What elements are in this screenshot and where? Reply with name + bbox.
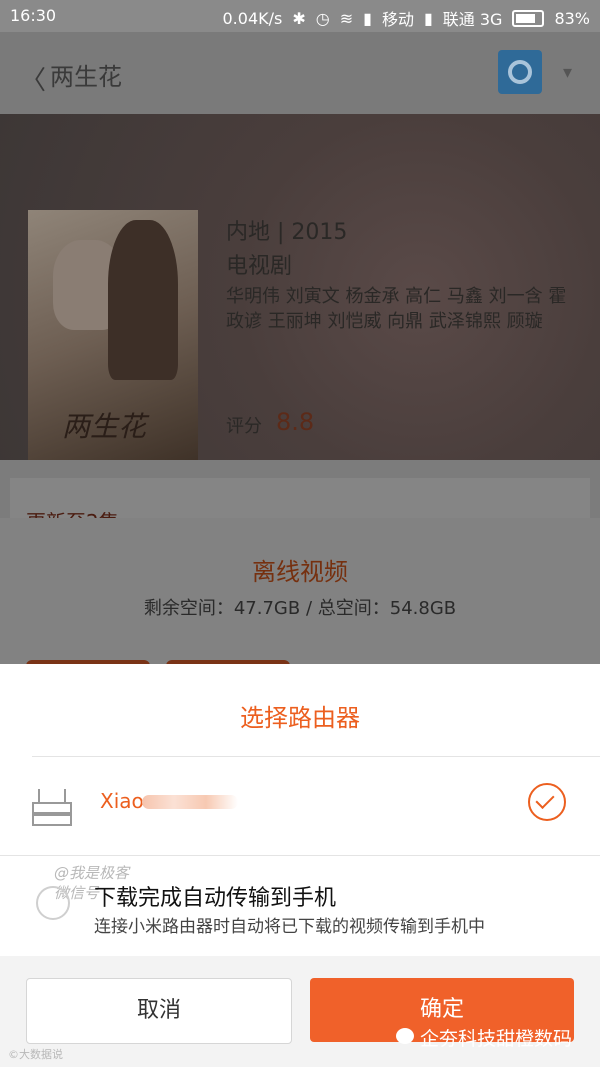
auto-transfer-description: 连接小米路由器时自动将已下载的视频传输到手机中 bbox=[94, 917, 485, 937]
app-header: 〈 两生花 ▾ bbox=[0, 32, 600, 114]
wifi-icon: ≋ bbox=[339, 8, 354, 28]
status-time: 16:30 bbox=[10, 6, 57, 25]
auto-transfer-option[interactable]: @我是极客 微信号 下载完成自动传输到手机 连接小米路由器时自动将已下载的视频传… bbox=[0, 856, 600, 956]
movie-type: 电视剧 bbox=[226, 254, 293, 279]
movie-detail: 两生花 内地 | 2015 电视剧 华明伟 刘寅文 杨金承 高仁 马鑫 刘一含 … bbox=[0, 114, 600, 460]
wechat-icon bbox=[396, 1028, 414, 1044]
router-name: Xiao bbox=[100, 789, 144, 813]
cancel-button[interactable]: 取消 bbox=[26, 978, 292, 1044]
app-logo-icon[interactable] bbox=[498, 50, 542, 94]
router-icon bbox=[32, 789, 72, 826]
network-speed: 0.04K/s bbox=[222, 8, 283, 28]
score-value: 8.8 bbox=[276, 408, 315, 436]
auto-transfer-title: 下载完成自动传输到手机 bbox=[94, 886, 337, 911]
battery-icon bbox=[512, 9, 545, 27]
offline-title: 离线视频 bbox=[252, 558, 348, 586]
storage-info: 剩余空间：47.7GB / 总空间：54.8GB bbox=[143, 598, 457, 619]
status-right: 0.04K/s ✱ ◷ ≋ ▮ 移动 ▮ 联通 3G 83% bbox=[223, 6, 591, 30]
page-title: 两生花 bbox=[50, 63, 122, 91]
checkmark-circle-icon[interactable] bbox=[528, 783, 566, 821]
chevron-down-icon[interactable]: ▾ bbox=[563, 62, 572, 83]
router-dialog: 选择路由器 Xiao @我是极客 微信号 下载完成自动传输到手机 连接小米路由器… bbox=[0, 664, 600, 1067]
episode-band: 更新至2集 bbox=[0, 460, 600, 538]
router-name-redacted bbox=[142, 795, 238, 809]
alarm-icon: ◷ bbox=[315, 8, 330, 28]
movie-cast: 华明伟 刘寅文 杨金承 高仁 马鑫 刘一含 霍政谚 王丽坤 刘恺威 向鼎 武泽锦… bbox=[226, 286, 567, 332]
battery-percent: 83% bbox=[554, 8, 590, 28]
router-option[interactable]: Xiao bbox=[0, 757, 600, 855]
watermark-text: 企夯科技甜橙数码 bbox=[420, 1028, 573, 1050]
signal-icon-2: ▮ bbox=[423, 8, 433, 28]
carrier-1: 移动 bbox=[381, 10, 414, 29]
signal-icon-1: ▮ bbox=[363, 8, 372, 28]
movie-poster: 两生花 bbox=[28, 210, 198, 460]
back-icon[interactable]: 〈 bbox=[20, 60, 46, 97]
bluetooth-icon: ✱ bbox=[292, 8, 306, 28]
radio-unchecked-icon[interactable] bbox=[36, 886, 70, 920]
status-bar: 16:30 0.04K/s ✱ ◷ ≋ ▮ 移动 ▮ 联通 3G 83% bbox=[0, 0, 600, 32]
offline-video-sheet: 离线视频 剩余空间：47.7GB / 总空间：54.8GB bbox=[0, 518, 600, 670]
score-label: 评分 bbox=[226, 416, 262, 437]
carrier-2: 联通 3G bbox=[442, 10, 503, 29]
poster-title: 两生花 bbox=[62, 410, 147, 443]
dialog-title: 选择路由器 bbox=[240, 704, 360, 732]
watermark-text: ©大数据说 bbox=[8, 1048, 63, 1061]
movie-region-year: 内地 | 2015 bbox=[226, 220, 348, 245]
